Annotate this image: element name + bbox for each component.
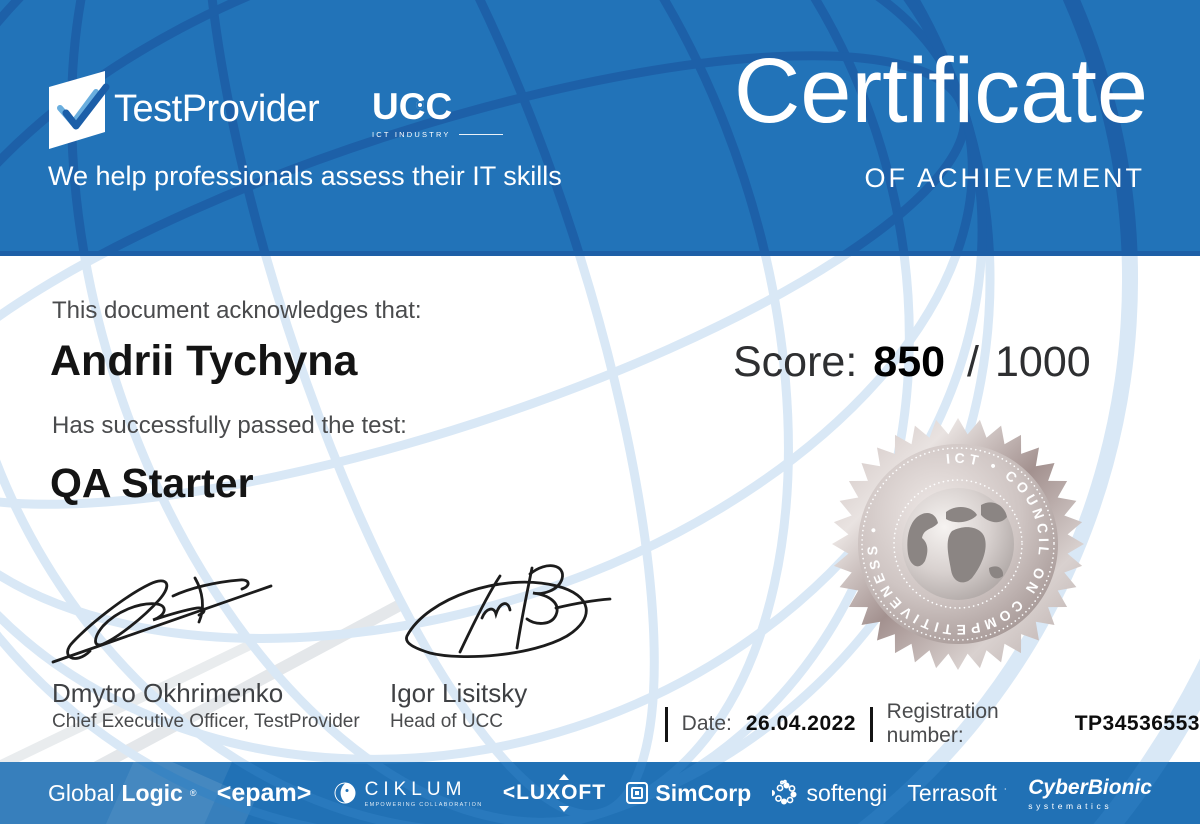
certificate-title: Certificate	[733, 40, 1148, 142]
partner-logo-softengi: softengi	[771, 779, 888, 807]
test-name: QA Starter	[50, 460, 254, 506]
registration-label: Registration number:	[886, 700, 999, 747]
date-label: Date:	[681, 712, 732, 735]
luxoft-bracket: <	[502, 781, 517, 804]
signature-igor-lisitsky	[405, 564, 612, 658]
partner-logos-row: Global Logic ® <epam> CIKLUM EMPOWERING CO…	[0, 762, 1200, 824]
date-divider-bar	[665, 706, 668, 742]
partner-logo-cyberbionic: CyberBionic systematics	[1028, 776, 1152, 811]
terrasoft-text: Terrasoft	[907, 779, 997, 806]
signer-name: Dmytro Okhrimenko	[52, 678, 284, 708]
signature-block-ucc: Igor Lisitsky Head of UCC	[390, 678, 527, 733]
signer-name: Igor Lisitsky	[390, 678, 528, 708]
registered-mark: ®	[189, 788, 197, 798]
softengi-icon	[771, 779, 797, 805]
luxoft-word: LUXOFT	[516, 781, 607, 804]
score-value: 850	[873, 338, 946, 386]
ict-council-seal: ICT • COUNCIL ON COMPETITIVENESS •	[832, 418, 1084, 670]
partner-logo-globallogic: Global Logic ®	[48, 780, 196, 807]
score-row: Score: 850 / 1000	[733, 338, 1091, 387]
ucc-logo-dot-core	[418, 103, 422, 107]
score-label: Score:	[733, 338, 858, 386]
cyberbionic-text: CyberBionic	[1028, 775, 1152, 799]
brand-tagline: We help professionals assess their IT sk…	[48, 161, 562, 191]
partner-logo-epam: <epam>	[217, 779, 312, 808]
ucc-caption-rule	[458, 134, 503, 135]
details-row: Date: 26.04.2022 Registration number: TP…	[665, 700, 1200, 748]
partner-logo-ciklum: CIKLUM EMPOWERING COLLABORATION	[332, 779, 483, 808]
acknowledge-label: This document acknowledges that:	[52, 297, 422, 324]
softengi-text: softengi	[806, 779, 888, 806]
brand-name: TestProvider	[114, 88, 320, 130]
signature-dmytro-okhrimenko	[51, 576, 273, 664]
ciklum-text: CIKLUM	[364, 778, 467, 800]
date-value: 26.04.2022	[745, 712, 856, 735]
testprovider-checkmark-icon	[49, 71, 110, 149]
score-max: 1000	[994, 338, 1091, 386]
signer-title: Head of UCC	[390, 711, 503, 732]
cyberbionic-subtext: systematics	[1028, 800, 1113, 811]
signer-title: Chief Executive Officer, TestProvider	[52, 711, 360, 732]
registration-value: TP34536553	[1074, 712, 1200, 735]
date-divider-bar	[869, 706, 873, 742]
globallogic-text-bold: Logic	[121, 779, 183, 806]
epam-text: <epam>	[216, 778, 312, 807]
luxoft-caret-down-icon	[558, 806, 569, 812]
simcorp-icon	[626, 782, 649, 804]
certificate-page: TestProvider UCC ICT INDUSTRY We help pr…	[0, 0, 1200, 824]
terrasoft-mark: ˙	[1003, 786, 1008, 800]
luxoft-text: <LUXOFT	[502, 774, 607, 812]
score-divider: /	[967, 338, 979, 386]
ucc-logo-text: UCC	[372, 86, 453, 127]
passed-label: Has successfully passed the test:	[52, 412, 407, 439]
ucc-logo: UCC ICT INDUSTRY	[372, 86, 503, 139]
partner-logo-luxoft: <LUXOFT	[502, 774, 607, 812]
ciklum-icon	[334, 782, 356, 804]
certificate-subtitle: OF ACHIEVEMENT	[864, 163, 1145, 193]
luxoft-caret-up-icon	[558, 774, 569, 780]
partner-logo-simcorp: SimCorp	[626, 780, 751, 807]
signature-block-ceo: Dmytro Okhrimenko Chief Executive Office…	[52, 678, 360, 733]
simcorp-text: SimCorp	[655, 779, 752, 806]
globallogic-text-light: Global	[48, 779, 115, 806]
ucc-caption: ICT INDUSTRY	[372, 130, 451, 139]
recipient-name: Andrii Tychyna	[50, 337, 358, 385]
partner-logo-terrasoft: Terrasoft ˙	[907, 780, 1007, 807]
ciklum-caption: EMPOWERING COLLABORATION	[364, 801, 483, 808]
